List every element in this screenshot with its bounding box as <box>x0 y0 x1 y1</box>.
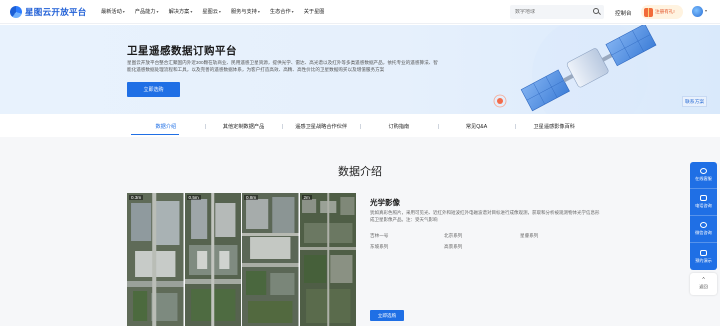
satellite-image-0-3m[interactable]: 0.3m <box>127 193 184 326</box>
menu-item-products[interactable]: 产品能力 ▾ <box>135 8 159 15</box>
console-link[interactable]: 控制台 <box>615 9 632 17</box>
wechat-icon <box>700 222 707 228</box>
float-label: 电话咨询 <box>695 203 712 208</box>
menu-label: 服务与支持 <box>230 9 257 15</box>
chevron-down-icon: ▾ <box>122 9 125 14</box>
back-to-top-button[interactable]: ^ 返回 <box>690 273 717 295</box>
menu-item-ecosystem[interactable]: 生态合作 ▾ <box>270 8 294 15</box>
logo[interactable]: 星图云开放平台 <box>10 6 87 18</box>
series-item: 星睿系列 <box>520 233 539 238</box>
resolution-label: 0.3m <box>129 195 144 200</box>
chevron-down-icon: ▾ <box>257 9 260 14</box>
optical-title: 光学影像 <box>370 198 400 207</box>
menu-label: 星图云 <box>202 9 218 15</box>
data-intro-section: 数据介绍 0.3m 0.5m 0.8m 2m 光学影像 犹如真彩色照片，采用可见… <box>0 137 720 326</box>
avatar[interactable] <box>692 6 703 17</box>
optical-description: 犹如真彩色照片，采用可见光、近红外和短波红外电磁波谱对目标进行成像观测，获取和分… <box>370 210 600 222</box>
search-box <box>510 5 604 19</box>
float-label: 在线客服 <box>695 176 712 181</box>
series-list: 吉林一号 北京系列 星睿系列 东坡系列 高景系列 <box>370 233 604 250</box>
menu-item-support[interactable]: 服务与支持 ▾ <box>231 8 260 15</box>
demo-icon <box>700 249 707 256</box>
menu-item-solutions[interactable]: 解决方案 ▾ <box>169 8 193 15</box>
tab-encyclopedia[interactable]: 卫星遥感影像百科 <box>515 123 593 130</box>
phone-consult-button[interactable]: 电话咨询 <box>690 189 717 216</box>
optical-buy-button[interactable]: 立即选购 <box>370 310 404 321</box>
gift-icon <box>644 7 653 17</box>
chevron-down-icon[interactable]: ▾ <box>705 8 707 13</box>
menu-label: 最新活动 <box>101 9 122 15</box>
hero-description: 星图云开放平台整合汇聚国内外近300颗在轨商业、民用遥感卫星资源，提供光学、雷达… <box>127 60 438 72</box>
tab-data-intro[interactable]: 数据介绍 <box>127 123 205 130</box>
contact-group: 在线客服 电话咨询 微信咨询 预约演示 <box>690 162 717 270</box>
resolution-label: 0.8m <box>244 195 259 200</box>
menu-label: 产品能力 <box>134 9 156 15</box>
hero-banner: 卫星遥感数据订购平台 星图云开放平台整合汇聚国内外近300颗在轨商业、民用遥感卫… <box>0 25 720 114</box>
online-service-button[interactable]: 在线客服 <box>690 162 717 189</box>
more-plan-link[interactable]: 联系方案 <box>682 96 708 107</box>
satellite-image-0-8m[interactable]: 0.8m <box>242 193 299 326</box>
arrow-up-icon: ^ <box>702 277 705 283</box>
chevron-down-icon: ▾ <box>190 9 193 14</box>
series-item: 北京系列 <box>444 233 463 238</box>
resolution-label: 2m <box>301 195 312 200</box>
floating-contact-bar: 在线客服 电话咨询 微信咨询 预约演示 ^ 返回 <box>690 162 717 295</box>
chevron-down-icon: ▾ <box>291 9 294 14</box>
menu-label: 关于星图 <box>303 9 325 15</box>
active-tab-indicator <box>131 134 179 135</box>
tab-partners[interactable]: 遥感卫星战略合作伙伴 <box>282 123 360 130</box>
menu-item-about[interactable]: 关于星图 <box>304 8 325 15</box>
promo-label: 注册有礼! <box>655 9 675 14</box>
buy-now-button[interactable]: 立即选购 <box>127 82 180 97</box>
search-input[interactable] <box>515 9 591 15</box>
main-menu: 最新活动 ▾ 产品能力 ▾ 解决方案 ▾ 星图云 ▾ 服务与支持 ▾ 生态合作 ▾ 关于星图 <box>101 8 334 15</box>
phone-icon <box>700 195 707 201</box>
section-tabs: 数据介绍 其他定制数据产品 遥感卫星战略合作伙伴 订购指南 常见Q&A 卫星遥感… <box>127 117 593 135</box>
tab-order-guide[interactable]: 订购指南 <box>360 123 438 130</box>
menu-item-starcloud[interactable]: 星图云 ▾ <box>202 8 221 15</box>
wechat-consult-button[interactable]: 微信咨询 <box>690 216 717 243</box>
resolution-label: 0.5m <box>186 195 201 200</box>
section-title: 数据介绍 <box>338 166 382 178</box>
logo-text: 星图云开放平台 <box>25 7 87 17</box>
series-item: 东坡系列 <box>370 244 389 249</box>
search-icon[interactable] <box>593 8 599 14</box>
series-item: 高景系列 <box>444 244 463 249</box>
tab-custom-products[interactable]: 其他定制数据产品 <box>204 123 283 130</box>
back-top-label: 返回 <box>699 284 708 289</box>
satellite-image-0-5m[interactable]: 0.5m <box>184 193 241 326</box>
chevron-down-icon: ▾ <box>218 9 221 14</box>
menu-label: 解决方案 <box>168 9 190 15</box>
top-nav: 星图云开放平台 最新活动 ▾ 产品能力 ▾ 解决方案 ▾ 星图云 ▾ 服务与支持 ▾ 生态… <box>0 0 720 24</box>
register-promo-button[interactable]: 注册有礼! <box>641 5 683 19</box>
hero-title: 卫星遥感数据订购平台 <box>127 45 237 57</box>
series-item: 吉林一号 <box>370 233 389 238</box>
float-label: 微信咨询 <box>695 230 712 235</box>
chevron-down-icon: ▾ <box>156 9 159 14</box>
float-label: 预约演示 <box>695 257 712 263</box>
resolution-gallery: 0.3m 0.5m 0.8m 2m <box>127 193 356 326</box>
menu-item-activities[interactable]: 最新活动 ▾ <box>101 8 125 15</box>
book-demo-button[interactable]: 预约演示 <box>690 243 717 270</box>
tab-faq[interactable]: 常见Q&A <box>437 123 516 130</box>
headset-icon <box>700 168 707 174</box>
menu-label: 生态合作 <box>269 9 291 15</box>
logo-icon <box>10 6 22 18</box>
satellite-image-2m[interactable]: 2m <box>299 193 356 326</box>
